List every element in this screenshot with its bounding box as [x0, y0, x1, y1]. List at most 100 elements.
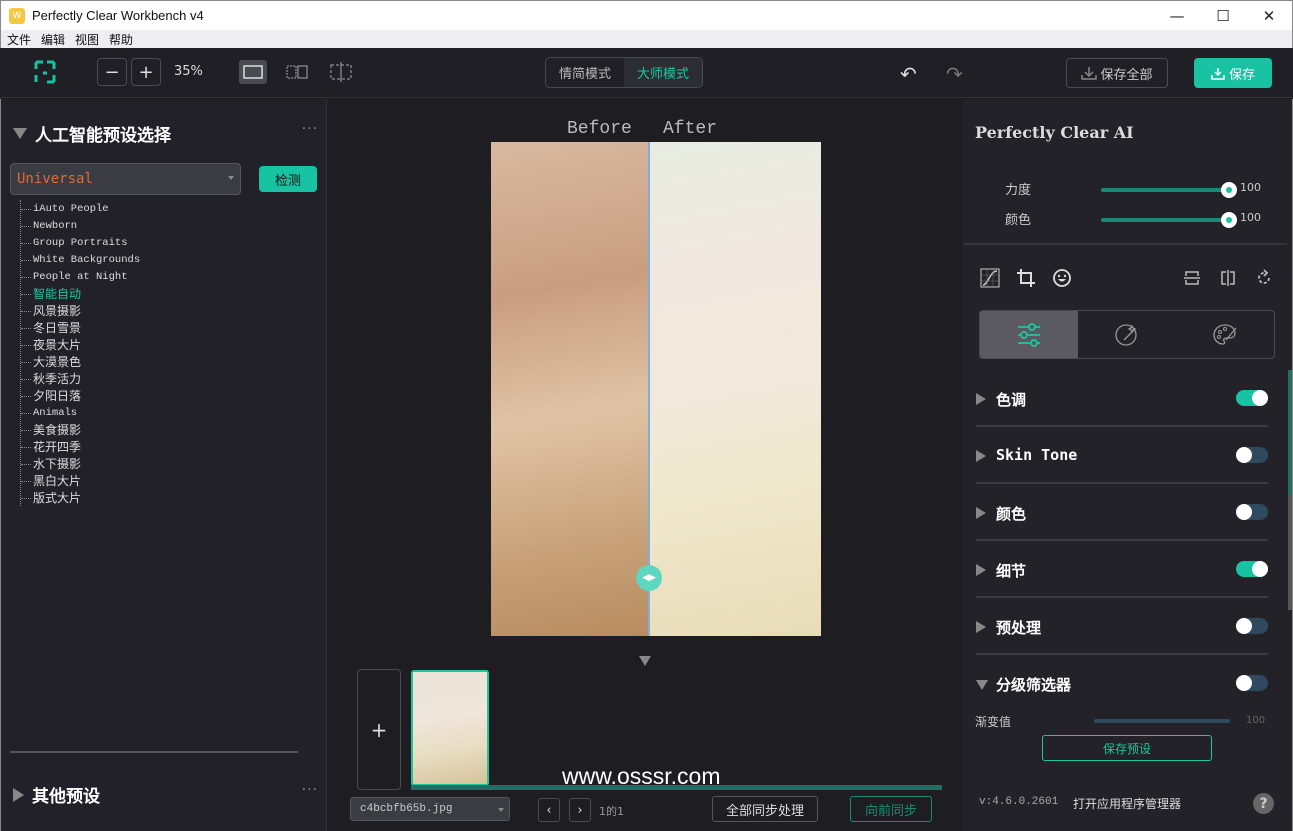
menu-file[interactable]: 文件 [7, 31, 31, 48]
preset-item[interactable]: 智能自动 [21, 285, 140, 302]
slider-track[interactable] [1101, 188, 1229, 192]
face-tool[interactable] [1051, 267, 1073, 289]
section-toggle[interactable] [1236, 504, 1268, 520]
tab-beautify[interactable] [1078, 311, 1176, 358]
split-handle-icon[interactable]: ◀▶ [636, 565, 662, 591]
slider-label: 力度 [1005, 183, 1032, 198]
minimize-button[interactable]: — [1154, 1, 1200, 31]
section-toggle[interactable] [1236, 561, 1268, 577]
photo-preview[interactable]: ◀▶ [491, 142, 821, 636]
section-toggle[interactable] [1236, 390, 1268, 406]
preset-dropdown[interactable]: Universal [10, 163, 241, 195]
crop-tool[interactable] [1015, 267, 1037, 289]
tab-adjust[interactable] [980, 311, 1078, 358]
gradient-slider[interactable] [1094, 719, 1230, 723]
section-row[interactable]: 分级筛选器 [976, 656, 1268, 712]
sync-forward-button[interactable]: 向前同步 [850, 796, 932, 822]
zoom-out-button[interactable]: − [97, 58, 127, 86]
divider [963, 243, 1287, 245]
preset-selected: Universal [17, 171, 93, 187]
section-toggle[interactable] [1236, 447, 1268, 463]
preset-item[interactable]: Newborn [21, 217, 140, 234]
preset-item[interactable]: 大漠景色 [21, 353, 140, 370]
section-row[interactable]: 颜色 [976, 485, 1268, 541]
save-preset-button[interactable]: 保存预设 [1042, 735, 1212, 761]
slider-thumb[interactable] [1221, 182, 1237, 198]
sync-all-button[interactable]: 全部同步处理 [712, 796, 818, 822]
section-label: 颜色 [996, 505, 1027, 523]
section-toggle[interactable] [1236, 618, 1268, 634]
scrollbar-thumb[interactable] [1288, 370, 1292, 495]
flip-horizontal-tool[interactable] [1217, 267, 1239, 289]
section-row[interactable]: 细节 [976, 542, 1268, 598]
slider-track[interactable] [1101, 218, 1229, 222]
help-icon[interactable]: ? [1253, 793, 1274, 814]
curves-tool[interactable] [979, 267, 1001, 289]
side-by-side-view-button[interactable] [283, 60, 311, 84]
add-image-button[interactable]: + [357, 669, 401, 790]
preset-item[interactable]: 夜景大片 [21, 336, 140, 353]
more-options-icon[interactable]: ··· [302, 121, 318, 137]
tab-creative[interactable] [1176, 311, 1274, 358]
version-label: v:4.6.0.2601 [979, 796, 1059, 808]
collapse-filmstrip-icon[interactable] [639, 656, 651, 666]
color-slider[interactable]: 颜色 100 [963, 209, 1283, 229]
prev-image-button[interactable]: ‹ [538, 798, 560, 822]
undo-button[interactable]: ↶ [900, 62, 917, 86]
panel-title: Perfectly Clear AI [975, 123, 1134, 142]
zoom-in-button[interactable]: + [131, 58, 161, 86]
split-divider[interactable] [648, 142, 650, 636]
section-label: Skin Tone [996, 446, 1078, 464]
section-row[interactable]: 色调 [976, 371, 1268, 427]
master-mode-tab[interactable]: 大师模式 [624, 58, 702, 87]
expand-icon [976, 621, 986, 633]
section-label: 色调 [996, 391, 1027, 409]
other-preset-section-header[interactable]: 其他预设 [13, 782, 100, 807]
strength-slider[interactable]: 力度 100 [963, 179, 1283, 199]
preset-item[interactable]: 秋季活力 [21, 370, 140, 387]
single-view-icon [243, 65, 263, 79]
section-row[interactable]: Skin Tone [976, 428, 1268, 484]
menu-bar: 文件 编辑 视图 帮助 [0, 30, 1293, 48]
section-toggle[interactable] [1236, 675, 1268, 691]
preset-item[interactable]: 花开四季 [21, 438, 140, 455]
redo-button[interactable]: ↷ [946, 62, 963, 86]
preset-item[interactable]: 版式大片 [21, 489, 140, 506]
flip-vertical-tool[interactable] [1181, 267, 1203, 289]
next-image-button[interactable]: › [569, 798, 591, 822]
preset-item[interactable]: People at Night [21, 268, 140, 285]
close-button[interactable]: ✕ [1246, 1, 1292, 31]
detect-button[interactable]: 检测 [259, 166, 317, 192]
maximize-button[interactable]: ☐ [1200, 1, 1246, 31]
section-row[interactable]: 预处理 [976, 599, 1268, 655]
menu-help[interactable]: 帮助 [109, 31, 133, 48]
preset-item[interactable]: White Backgrounds [21, 251, 140, 268]
split-view-button[interactable] [327, 60, 355, 84]
preset-item[interactable]: 风景摄影 [21, 302, 140, 319]
file-dropdown[interactable]: c4bcbfb65b.jpg [350, 797, 510, 821]
right-panel-scrollbar[interactable] [1288, 370, 1292, 610]
watermark: www.osssr.com [562, 763, 721, 789]
menu-view[interactable]: 视图 [75, 31, 99, 48]
slider-thumb[interactable] [1221, 212, 1237, 228]
preset-item[interactable]: Group Portraits [21, 234, 140, 251]
app-manager-link[interactable]: 打开应用程序管理器 [1073, 795, 1181, 812]
preset-item[interactable]: 冬日雪景 [21, 319, 140, 336]
preset-item[interactable]: Animals [21, 404, 140, 421]
menu-edit[interactable]: 编辑 [41, 31, 65, 48]
preset-item[interactable]: 水下摄影 [21, 455, 140, 472]
preset-item[interactable]: iAuto People [21, 200, 140, 217]
image-thumbnail[interactable] [411, 670, 489, 786]
single-view-button[interactable] [239, 60, 267, 84]
preset-item[interactable]: 夕阳日落 [21, 387, 140, 404]
window-title: Perfectly Clear Workbench v4 [32, 8, 204, 23]
section-label: 分级筛选器 [996, 676, 1072, 694]
rotate-tool[interactable] [1253, 267, 1275, 289]
save-all-button[interactable]: 保存全部 [1066, 58, 1168, 88]
simple-mode-tab[interactable]: 情简模式 [546, 58, 624, 87]
preset-item[interactable]: 美食摄影 [21, 421, 140, 438]
preset-item[interactable]: 黑白大片 [21, 472, 140, 489]
more-options-icon[interactable]: ··· [302, 782, 318, 798]
save-button[interactable]: 保存 [1194, 58, 1272, 88]
ai-preset-section-header[interactable]: 人工智能预设选择 [13, 121, 171, 146]
